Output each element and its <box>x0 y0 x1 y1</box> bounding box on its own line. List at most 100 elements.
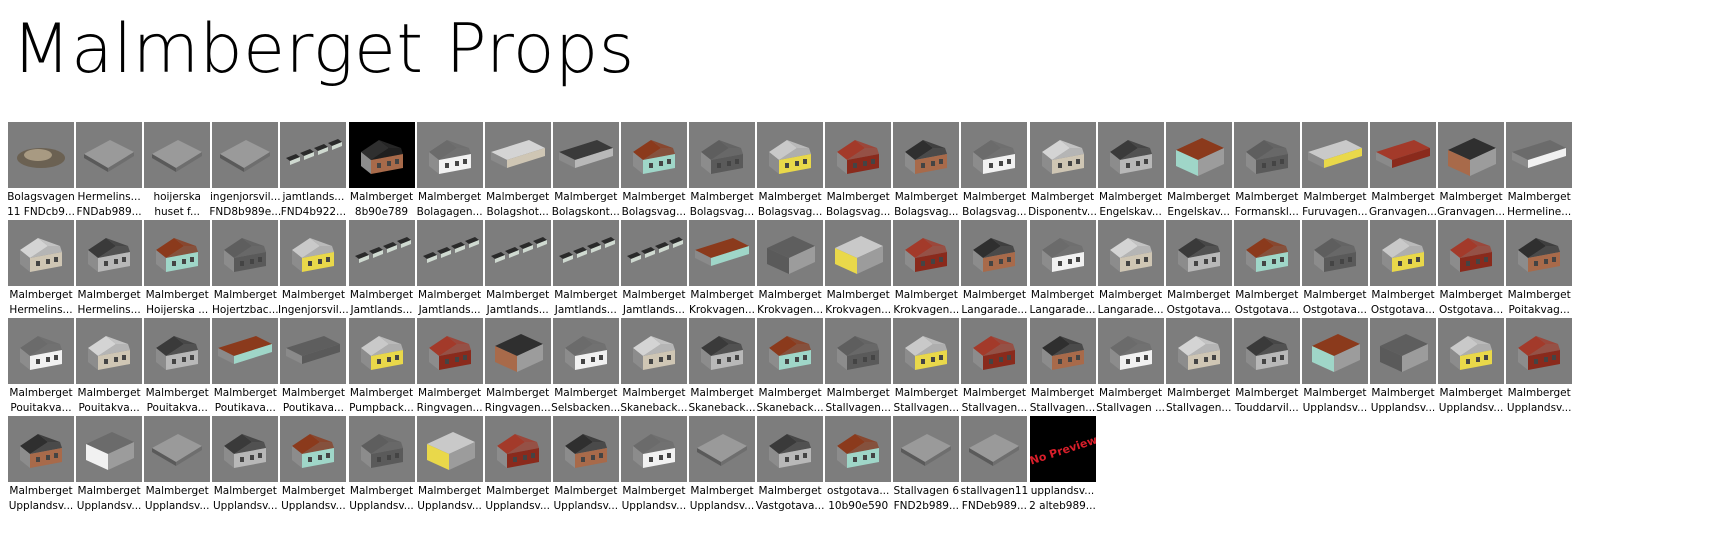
thumbnail-image[interactable] <box>416 318 483 384</box>
thumbnail-image[interactable] <box>1165 122 1232 188</box>
thumbnail-tile[interactable]: Malmberget Langarade... <box>1094 220 1168 324</box>
thumbnail-tile[interactable]: Malmberget Ostgotava... <box>1162 220 1236 324</box>
thumbnail-tile[interactable]: Malmberget Bolagagen... <box>413 122 487 226</box>
thumbnail-image[interactable] <box>1438 220 1505 286</box>
thumbnail-tile[interactable]: Malmberget Hermelins... <box>72 220 146 324</box>
thumbnail-tile[interactable]: Malmberget Ostgotava... <box>1298 220 1372 324</box>
thumbnail-image[interactable] <box>1301 122 1368 188</box>
thumbnail-image[interactable] <box>893 220 960 286</box>
thumbnail-tile[interactable]: Malmberget Granvagen... <box>1434 122 1508 226</box>
thumbnail-image[interactable] <box>825 318 892 384</box>
thumbnail-tile[interactable]: Malmberget Skaneback... <box>617 318 691 422</box>
thumbnail-tile[interactable]: Malmberget Upplandsv... <box>72 416 146 520</box>
thumbnail-image[interactable] <box>620 416 687 482</box>
thumbnail-image[interactable] <box>1301 220 1368 286</box>
thumbnail-tile[interactable]: Malmberget Bolagsvag... <box>957 122 1031 226</box>
thumbnail-tile[interactable]: Malmberget Engelskav... <box>1094 122 1168 226</box>
thumbnail-image[interactable] <box>484 318 551 384</box>
thumbnail-image[interactable] <box>1506 122 1573 188</box>
thumbnail-image[interactable] <box>552 318 619 384</box>
thumbnail-image[interactable] <box>144 220 211 286</box>
thumbnail-image[interactable] <box>8 416 74 482</box>
thumbnail-tile[interactable]: Malmberget Krokvagen... <box>685 220 759 324</box>
thumbnail-image[interactable] <box>144 416 211 482</box>
thumbnail-image[interactable] <box>416 122 483 188</box>
thumbnail-image[interactable] <box>280 416 347 482</box>
thumbnail-tile[interactable]: Malmberget Krokvagen... <box>889 220 963 324</box>
thumbnail-image[interactable] <box>552 122 619 188</box>
thumbnail-tile[interactable]: Malmberget Poutikava... <box>276 318 350 422</box>
thumbnail-tile[interactable]: Malmberget Upplandsv... <box>208 416 282 520</box>
thumbnail-image[interactable] <box>1370 220 1436 286</box>
thumbnail-image[interactable] <box>689 122 755 188</box>
thumbnail-tile[interactable]: Malmberget Granvagen... <box>1366 122 1440 226</box>
thumbnail-image[interactable] <box>961 318 1028 384</box>
thumbnail-image[interactable] <box>1097 220 1164 286</box>
thumbnail-tile[interactable]: Malmberget Stallvagen... <box>821 318 895 422</box>
thumbnail-image[interactable] <box>620 220 687 286</box>
thumbnail-image[interactable] <box>1438 122 1505 188</box>
thumbnail-tile[interactable]: Malmberget Selsbacken... <box>549 318 623 422</box>
thumbnail-tile[interactable]: Malmberget Upplandsv... <box>1298 318 1372 422</box>
thumbnail-tile[interactable]: Malmberget Upplandsv... <box>1502 318 1576 422</box>
thumbnail-tile[interactable]: Malmberget Krokvagen... <box>821 220 895 324</box>
thumbnail-image[interactable] <box>1233 122 1300 188</box>
thumbnail-tile[interactable]: Malmberget Bolagsvag... <box>753 122 827 226</box>
thumbnail-image[interactable] <box>76 122 143 188</box>
thumbnail-tile[interactable]: Malmberget Upplandsv... <box>345 416 419 520</box>
thumbnail-image[interactable] <box>484 220 551 286</box>
thumbnail-tile[interactable]: Malmberget Poutikava... <box>208 318 282 422</box>
thumbnail-tile[interactable]: Malmberget Langarade... <box>1026 220 1100 324</box>
thumbnail-image[interactable] <box>348 122 415 188</box>
thumbnail-image[interactable] <box>961 416 1028 482</box>
thumbnail-tile[interactable]: Malmberget Ostgotava... <box>1366 220 1440 324</box>
thumbnail-tile[interactable]: Malmberget Stallvagen... <box>889 318 963 422</box>
thumbnail-tile[interactable]: Malmberget Upplandsv... <box>685 416 759 520</box>
thumbnail-image[interactable] <box>757 318 824 384</box>
thumbnail-image[interactable] <box>757 416 824 482</box>
thumbnail-image[interactable] <box>552 416 619 482</box>
thumbnail-tile[interactable]: Bolagsvagen 11 FNDcb9... <box>4 122 78 226</box>
thumbnail-image[interactable] <box>484 416 551 482</box>
thumbnail-tile[interactable]: Malmberget Hoijerska ... <box>140 220 214 324</box>
thumbnail-tile[interactable]: Malmberget Pumpback... <box>345 318 419 422</box>
thumbnail-image[interactable] <box>212 122 279 188</box>
thumbnail-tile[interactable]: jamtlands... FND4b922... <box>276 122 350 226</box>
thumbnail-tile[interactable]: Malmberget Jamtlands... <box>617 220 691 324</box>
thumbnail-image[interactable] <box>144 318 211 384</box>
thumbnail-image[interactable] <box>1506 220 1573 286</box>
thumbnail-tile[interactable]: Malmberget Bolagsvag... <box>821 122 895 226</box>
thumbnail-image[interactable] <box>893 122 960 188</box>
thumbnail-image[interactable] <box>825 220 892 286</box>
thumbnail-image[interactable] <box>1029 220 1096 286</box>
thumbnail-tile[interactable]: Malmberget Bolagsvag... <box>889 122 963 226</box>
thumbnail-image[interactable] <box>76 220 143 286</box>
thumbnail-tile[interactable]: Malmberget Touddarvil... <box>1230 318 1304 422</box>
thumbnail-image[interactable] <box>76 416 143 482</box>
thumbnail-image[interactable] <box>280 318 347 384</box>
thumbnail-image[interactable] <box>144 122 211 188</box>
thumbnail-image[interactable] <box>1097 318 1164 384</box>
thumbnail-image[interactable] <box>8 122 74 188</box>
thumbnail-tile[interactable]: Malmberget Stallvagen ... <box>1094 318 1168 422</box>
thumbnail-image[interactable] <box>552 220 619 286</box>
thumbnail-image[interactable] <box>893 318 960 384</box>
thumbnail-tile[interactable]: Malmberget Upplandsv... <box>481 416 555 520</box>
thumbnail-tile[interactable]: Malmberget Vastgotava... <box>753 416 827 520</box>
thumbnail-image[interactable] <box>825 122 892 188</box>
thumbnail-tile[interactable]: Malmberget Stallvagen... <box>1026 318 1100 422</box>
thumbnail-tile[interactable]: Malmberget Pouitakva... <box>140 318 214 422</box>
thumbnail-image[interactable] <box>76 318 143 384</box>
thumbnail-tile[interactable]: Malmberget Upplandsv... <box>276 416 350 520</box>
thumbnail-image[interactable] <box>1097 122 1164 188</box>
thumbnail-tile[interactable]: Malmberget Jamtlands... <box>413 220 487 324</box>
thumbnail-tile[interactable]: Malmberget Engelskav... <box>1162 122 1236 226</box>
thumbnail-tile[interactable]: Malmberget Poitakvag... <box>1502 220 1576 324</box>
thumbnail-tile[interactable]: stallvagen11 FNDeb989... <box>957 416 1031 520</box>
thumbnail-image[interactable] <box>348 318 415 384</box>
thumbnail-tile[interactable]: Malmberget Formanskl... <box>1230 122 1304 226</box>
thumbnail-tile[interactable]: hoijerska huset f... <box>140 122 214 226</box>
thumbnail-image[interactable] <box>1506 318 1573 384</box>
thumbnail-image[interactable] <box>689 220 755 286</box>
thumbnail-image[interactable] <box>893 416 960 482</box>
